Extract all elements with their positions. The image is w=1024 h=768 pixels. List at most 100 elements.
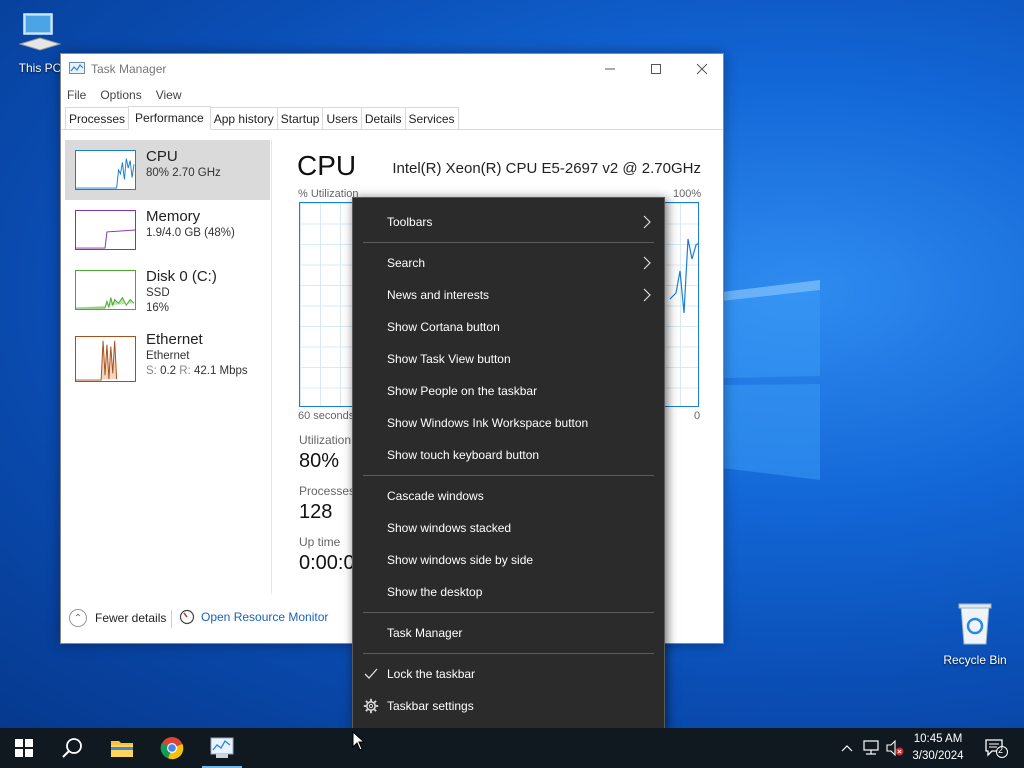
recycle-bin-icon (958, 603, 992, 645)
network-tray-button[interactable] (861, 738, 881, 758)
task-manager-taskbar-button[interactable] (198, 728, 246, 768)
memory-thumbnail-graph (75, 210, 136, 250)
open-resource-monitor-link[interactable]: Open Resource Monitor (179, 609, 328, 625)
menu-item-label: Show touch keyboard button (387, 448, 540, 462)
notification-count: 2 (998, 745, 1004, 755)
folder-icon (111, 741, 133, 757)
minimize-button[interactable] (587, 54, 633, 84)
menu-item-search[interactable]: Search (353, 247, 664, 279)
uptime-value: 0:00:0 (299, 552, 355, 574)
resource-disk[interactable]: Disk 0 (C:) SSD 16% (65, 260, 270, 320)
start-button[interactable] (0, 728, 48, 768)
resource-list: CPU 80% 2.70 GHz Memory 1.9/4.0 GB (48%)… (62, 140, 272, 595)
receive-label: R: (179, 365, 191, 377)
chevron-right-icon (643, 215, 651, 229)
volume-tray-button[interactable] (885, 738, 905, 758)
resource-memory[interactable]: Memory 1.9/4.0 GB (48%) (65, 200, 270, 260)
menu-item-label: Show People on the taskbar (387, 384, 538, 398)
menu-item-taskbar-settings[interactable]: Taskbar settings (353, 690, 664, 722)
menu-item-label: Show Windows Ink Workspace button (387, 416, 589, 430)
menu-view[interactable]: View (156, 88, 182, 102)
windows-start-icon (15, 739, 33, 757)
open-resource-monitor-label: Open Resource Monitor (201, 610, 329, 624)
menu-item-label: Show Task View button (387, 352, 511, 366)
file-explorer-button[interactable] (98, 728, 146, 768)
tab-services[interactable]: Services (404, 107, 459, 129)
menu-item-show-desktop[interactable]: Show the desktop (353, 576, 664, 608)
minimize-icon (605, 68, 615, 70)
resource-cpu[interactable]: CPU 80% 2.70 GHz (65, 140, 270, 200)
menu-item-toolbars[interactable]: Toolbars (353, 206, 664, 238)
taskbar-context-menu: Toolbars Search News and interests Show … (352, 197, 665, 731)
tab-startup[interactable]: Startup (276, 107, 324, 129)
show-hidden-icons-button[interactable] (837, 738, 857, 758)
menu-file[interactable]: File (67, 88, 86, 102)
clock-time: 10:45 AM (913, 733, 963, 745)
utilization-value: 80% (299, 450, 340, 472)
checkmark-icon (364, 668, 378, 679)
resource-throughput: S: 0.2 R: 42.1 Mbps (146, 365, 248, 377)
maximize-button[interactable] (633, 54, 679, 84)
menu-item-label: Search (387, 256, 426, 270)
tab-app-history[interactable]: App history (209, 107, 278, 129)
processes-value: 128 (299, 501, 333, 523)
menu-item-show-ink-workspace[interactable]: Show Windows Ink Workspace button (353, 407, 664, 439)
volume-muted-icon (886, 740, 904, 756)
fewer-details-button[interactable]: ⌃ Fewer details (69, 609, 166, 627)
tab-performance[interactable]: Performance (128, 106, 211, 130)
chevron-up-icon: ⌃ (69, 609, 87, 627)
resource-detail-2: 16% (146, 302, 170, 314)
recycle-bin-label: Recycle Bin (943, 653, 1007, 667)
taskbar[interactable]: 10:45 AM 3/30/2024 2 (0, 728, 1024, 768)
receive-value: 42.1 Mbps (193, 365, 248, 377)
clock-date: 3/30/2024 (912, 750, 964, 762)
menu-item-task-manager[interactable]: Task Manager (353, 617, 664, 649)
tab-users[interactable]: Users (322, 107, 362, 129)
title-bar[interactable]: Task Manager (61, 54, 723, 84)
menu-separator (363, 475, 654, 476)
chevron-right-icon (643, 288, 651, 302)
menu-item-label: Taskbar settings (387, 699, 474, 713)
menu-separator (363, 242, 654, 243)
cpu-thumbnail-graph (75, 150, 136, 190)
menu-options[interactable]: Options (100, 88, 141, 102)
menu-item-label: Show windows stacked (387, 521, 512, 535)
menu-item-label: Show the desktop (387, 585, 483, 599)
menu-item-lock-taskbar[interactable]: Lock the taskbar (353, 658, 664, 690)
network-icon (863, 740, 879, 755)
menu-separator (363, 653, 654, 654)
resource-name: Disk 0 (C:) (146, 268, 217, 285)
maximize-icon (651, 64, 661, 74)
resource-name: Memory (146, 208, 201, 225)
tab-details[interactable]: Details (360, 107, 406, 129)
gear-icon (363, 698, 379, 714)
menu-item-show-cortana[interactable]: Show Cortana button (353, 311, 664, 343)
menu-item-windows-stacked[interactable]: Show windows stacked (353, 512, 664, 544)
close-icon (696, 63, 708, 75)
tab-processes[interactable]: Processes (65, 107, 130, 129)
menu-item-show-task-view[interactable]: Show Task View button (353, 343, 664, 375)
menu-item-show-touch-keyboard[interactable]: Show touch keyboard button (353, 439, 664, 471)
close-button[interactable] (679, 54, 725, 84)
menu-item-show-people[interactable]: Show People on the taskbar (353, 375, 664, 407)
send-label: S: (146, 365, 157, 377)
resource-detail: 1.9/4.0 GB (48%) (146, 227, 235, 239)
action-center-button[interactable]: 2 (982, 738, 1010, 758)
footer-separator (171, 610, 172, 628)
graph-time-label: 60 seconds (298, 410, 355, 422)
computer-icon (18, 13, 62, 51)
menu-item-label: Show windows side by side (387, 553, 534, 567)
search-button[interactable] (48, 728, 96, 768)
graph-utilization-label: % Utilization (298, 188, 359, 200)
task-manager-icon (210, 737, 234, 758)
menu-item-cascade-windows[interactable]: Cascade windows (353, 480, 664, 512)
resource-ethernet[interactable]: Ethernet Ethernet S: 0.2 R: 42.1 Mbps (65, 326, 270, 386)
menu-item-news-and-interests[interactable]: News and interests (353, 279, 664, 311)
desktop-icon-recycle-bin[interactable]: Recycle Bin (935, 600, 1015, 667)
menu-item-windows-side-by-side[interactable]: Show windows side by side (353, 544, 664, 576)
taskbar-clock[interactable]: 10:45 AM 3/30/2024 (905, 731, 971, 765)
chevron-right-icon (643, 256, 651, 270)
notification-icon (985, 739, 1008, 758)
menu-item-label: Show Cortana button (387, 320, 500, 334)
chrome-button[interactable] (148, 728, 196, 768)
